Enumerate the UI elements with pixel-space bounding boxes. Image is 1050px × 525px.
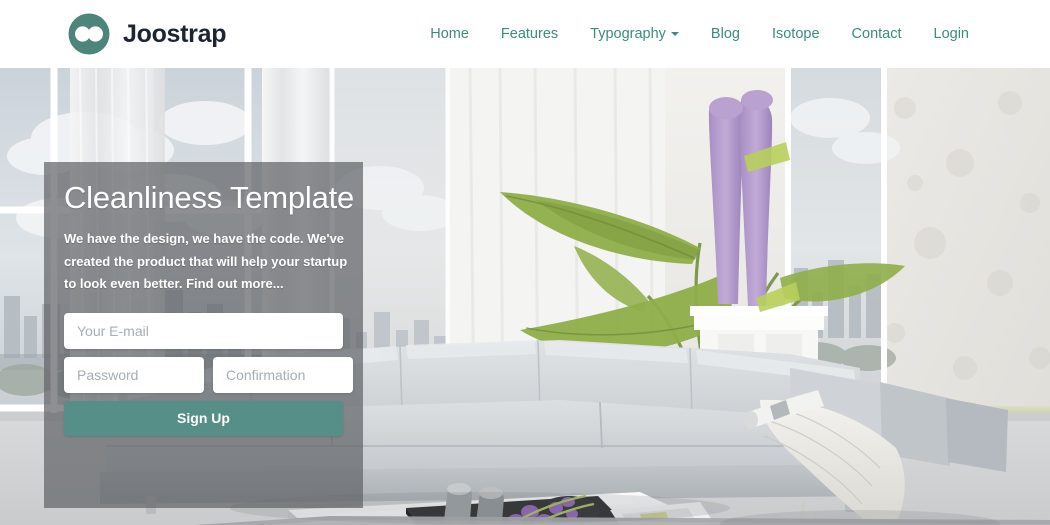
email-field[interactable] xyxy=(64,312,343,349)
brand-name: Joostrap xyxy=(123,19,227,48)
password-row xyxy=(64,356,353,393)
page-title: Cleanliness Template xyxy=(64,180,355,215)
site-header: Joostrap Home Features Typography Blog I… xyxy=(0,0,1050,68)
hero-section: Cleanliness Template We have the design,… xyxy=(0,68,1050,525)
page-root: Joostrap Home Features Typography Blog I… xyxy=(0,0,1050,525)
nav-item-label: Blog xyxy=(710,26,740,42)
signup-form: Sign Up xyxy=(64,312,353,436)
sign-up-button[interactable]: Sign Up xyxy=(64,400,343,436)
confirmation-field[interactable] xyxy=(213,356,353,393)
password-field[interactable] xyxy=(64,356,204,393)
nav-item-label: Typography xyxy=(590,26,666,42)
hero-description: We have the design, we have the code. We… xyxy=(64,231,348,291)
nav-item-label: Login xyxy=(933,26,969,42)
chevron-down-icon xyxy=(670,32,679,36)
nav-item-label: Isotope xyxy=(771,26,820,42)
brand-logo-link[interactable]: Joostrap xyxy=(68,13,226,55)
nav-item-contact[interactable]: Contact xyxy=(836,26,918,42)
nav-item-features[interactable]: Features xyxy=(485,26,574,42)
joostrap-logo-icon xyxy=(68,13,110,55)
nav-item-login[interactable]: Login xyxy=(918,26,985,42)
nav-item-typography[interactable]: Typography xyxy=(574,26,695,42)
nav-item-label: Features xyxy=(500,26,559,42)
hero-overlay-panel: Cleanliness Template We have the design,… xyxy=(44,162,363,508)
nav-item-isotope[interactable]: Isotope xyxy=(756,26,836,42)
nav-item-label: Home xyxy=(430,26,469,42)
nav-item-label: Contact xyxy=(851,26,902,42)
nav-item-blog[interactable]: Blog xyxy=(695,26,756,42)
main-navigation: Home Features Typography Blog Isotope Co… xyxy=(414,26,985,42)
nav-item-home[interactable]: Home xyxy=(414,26,485,42)
